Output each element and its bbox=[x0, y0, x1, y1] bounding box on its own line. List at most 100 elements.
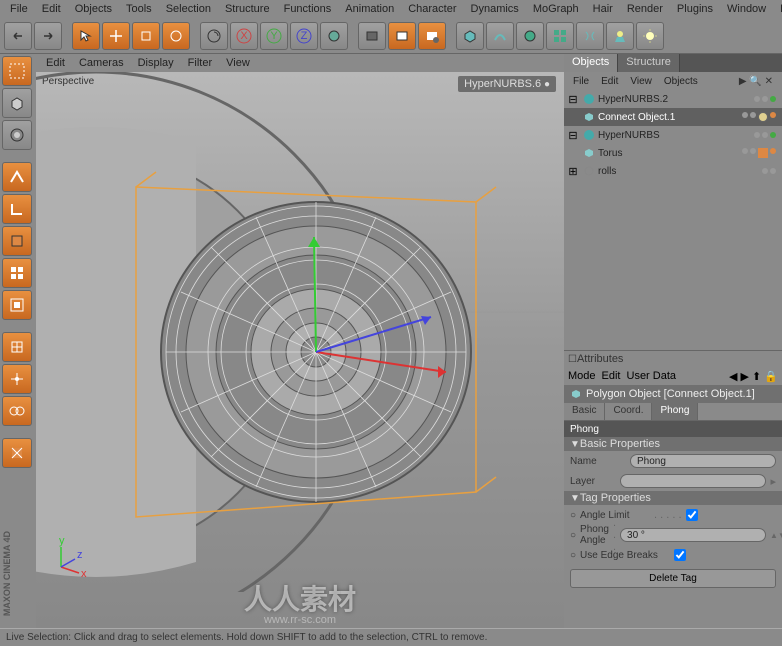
model-tool[interactable] bbox=[2, 88, 32, 118]
rotate-tool[interactable] bbox=[162, 22, 190, 50]
attr-phongangle-input[interactable] bbox=[620, 528, 766, 542]
null-icon bbox=[582, 164, 596, 178]
menu-selection[interactable]: Selection bbox=[160, 1, 217, 17]
panel-tabs: Objects Structure bbox=[564, 54, 782, 72]
tweak-tool[interactable] bbox=[2, 332, 32, 362]
point-tool[interactable] bbox=[2, 162, 32, 192]
menu-window[interactable]: Window bbox=[721, 1, 772, 17]
attr-menu-userdata[interactable]: User Data bbox=[627, 370, 677, 382]
attributes-header: ☐ Attributes bbox=[564, 351, 782, 367]
viewport-3d[interactable]: Perspective HyperNURBS.6 ● bbox=[36, 72, 564, 628]
expand-icon[interactable]: ⊟ bbox=[566, 92, 580, 106]
delete-tag-button[interactable]: Delete Tag bbox=[570, 569, 776, 588]
attr-name-input[interactable] bbox=[630, 454, 776, 468]
menu-help[interactable]: Help bbox=[774, 1, 782, 17]
texture-tool[interactable] bbox=[2, 120, 32, 150]
objects-menu-edit[interactable]: Edit bbox=[596, 74, 623, 89]
snap-tool[interactable] bbox=[2, 396, 32, 426]
tree-label[interactable]: rolls bbox=[598, 166, 762, 177]
attr-tab-basic[interactable]: Basic bbox=[564, 403, 605, 420]
viewport-menubar: Edit Cameras Display Filter View bbox=[36, 54, 564, 72]
coord-system-button[interactable] bbox=[320, 22, 348, 50]
attributes-tabs: Basic Coord. Phong bbox=[564, 403, 782, 421]
menu-dynamics[interactable]: Dynamics bbox=[465, 1, 525, 17]
viewport-menu-filter[interactable]: Filter bbox=[182, 55, 218, 71]
attr-tab-phong[interactable]: Phong bbox=[652, 403, 698, 420]
z-axis-button[interactable]: Z bbox=[290, 22, 318, 50]
deformer-button[interactable] bbox=[576, 22, 604, 50]
attr-menu-edit[interactable]: Edit bbox=[602, 370, 621, 382]
scene-button[interactable] bbox=[606, 22, 634, 50]
spline-button[interactable] bbox=[486, 22, 514, 50]
polygon-icon bbox=[582, 146, 596, 160]
attr-subsection-tag[interactable]: ▼ Tag Properties bbox=[564, 491, 782, 505]
x-axis-button[interactable]: X bbox=[230, 22, 258, 50]
menu-functions[interactable]: Functions bbox=[278, 1, 338, 17]
objects-menu-file[interactable]: File bbox=[568, 74, 594, 89]
primitive-button[interactable] bbox=[456, 22, 484, 50]
render-active-button[interactable] bbox=[388, 22, 416, 50]
attr-subsection-basic[interactable]: ▼ Basic Properties bbox=[564, 437, 782, 451]
app-logo: MAXON CINEMA 4D bbox=[2, 531, 12, 616]
array-button[interactable] bbox=[546, 22, 574, 50]
y-axis-button[interactable]: Y bbox=[260, 22, 288, 50]
menu-plugins[interactable]: Plugins bbox=[671, 1, 719, 17]
object-tree[interactable]: ⊟ HyperNURBS.2 Connect Object.1 ⊟ HyperN… bbox=[564, 90, 782, 350]
svg-text:z: z bbox=[77, 549, 83, 561]
last-tool[interactable] bbox=[200, 22, 228, 50]
tab-objects[interactable]: Objects bbox=[564, 54, 618, 72]
axis-tool[interactable] bbox=[2, 290, 32, 320]
redo-button[interactable] bbox=[34, 22, 62, 50]
enable-axis-tool[interactable] bbox=[2, 364, 32, 394]
attr-anglelimit-checkbox[interactable] bbox=[686, 509, 698, 521]
attr-layer-input[interactable] bbox=[620, 474, 766, 488]
expand-icon[interactable]: ⊞ bbox=[566, 164, 580, 178]
tree-row: ⊞ rolls bbox=[564, 162, 782, 180]
tree-label[interactable]: Connect Object.1 bbox=[598, 112, 742, 123]
objects-menu-view[interactable]: View bbox=[625, 74, 657, 89]
viewport-menu-view[interactable]: View bbox=[220, 55, 256, 71]
menu-tools[interactable]: Tools bbox=[120, 1, 158, 17]
attr-menu-mode[interactable]: Mode bbox=[568, 370, 596, 382]
render-view-button[interactable] bbox=[358, 22, 386, 50]
watermark-url: www.rr-sc.com bbox=[264, 614, 336, 626]
tab-structure[interactable]: Structure bbox=[618, 54, 680, 72]
nurbs-button[interactable] bbox=[516, 22, 544, 50]
menu-file[interactable]: File bbox=[4, 1, 34, 17]
undo-button[interactable] bbox=[4, 22, 32, 50]
expand-icon[interactable]: ⊟ bbox=[566, 128, 580, 142]
light-button[interactable] bbox=[636, 22, 664, 50]
tree-row: Connect Object.1 bbox=[564, 108, 782, 126]
menu-objects[interactable]: Objects bbox=[69, 1, 118, 17]
menu-edit[interactable]: Edit bbox=[36, 1, 67, 17]
select-tool[interactable] bbox=[72, 22, 100, 50]
menu-character[interactable]: Character bbox=[402, 1, 462, 17]
tree-label[interactable]: HyperNURBS bbox=[598, 130, 754, 141]
edge-tool[interactable] bbox=[2, 194, 32, 224]
live-select-tool[interactable] bbox=[2, 56, 32, 86]
statusbar: Live Selection: Click and drag to select… bbox=[0, 628, 782, 646]
tree-label[interactable]: Torus bbox=[598, 148, 742, 159]
objects-menu-objects[interactable]: Objects bbox=[659, 74, 703, 89]
attr-tab-coord[interactable]: Coord. bbox=[605, 403, 652, 420]
move-tool[interactable] bbox=[102, 22, 130, 50]
menu-structure[interactable]: Structure bbox=[219, 1, 276, 17]
menu-hair[interactable]: Hair bbox=[587, 1, 619, 17]
menu-render[interactable]: Render bbox=[621, 1, 669, 17]
polygon-tool[interactable] bbox=[2, 226, 32, 256]
viewport-menu-edit[interactable]: Edit bbox=[40, 55, 71, 71]
scale-tool[interactable] bbox=[132, 22, 160, 50]
main-menubar: File Edit Objects Tools Selection Struct… bbox=[0, 0, 782, 18]
render-settings-button[interactable] bbox=[418, 22, 446, 50]
attr-edgebreaks-checkbox[interactable] bbox=[674, 549, 686, 561]
viewport-menu-display[interactable]: Display bbox=[132, 55, 180, 71]
viewport-menu-cameras[interactable]: Cameras bbox=[73, 55, 130, 71]
menu-mograph[interactable]: MoGraph bbox=[527, 1, 585, 17]
attr-layer-label: Layer bbox=[570, 476, 616, 487]
main-toolbar: X Y Z bbox=[0, 18, 782, 54]
grid-tool[interactable] bbox=[2, 258, 32, 288]
attributes-title: Polygon Object [Connect Object.1] bbox=[564, 385, 782, 403]
tree-label[interactable]: HyperNURBS.2 bbox=[598, 94, 754, 105]
menu-animation[interactable]: Animation bbox=[339, 1, 400, 17]
enable-snap-tool[interactable] bbox=[2, 438, 32, 468]
